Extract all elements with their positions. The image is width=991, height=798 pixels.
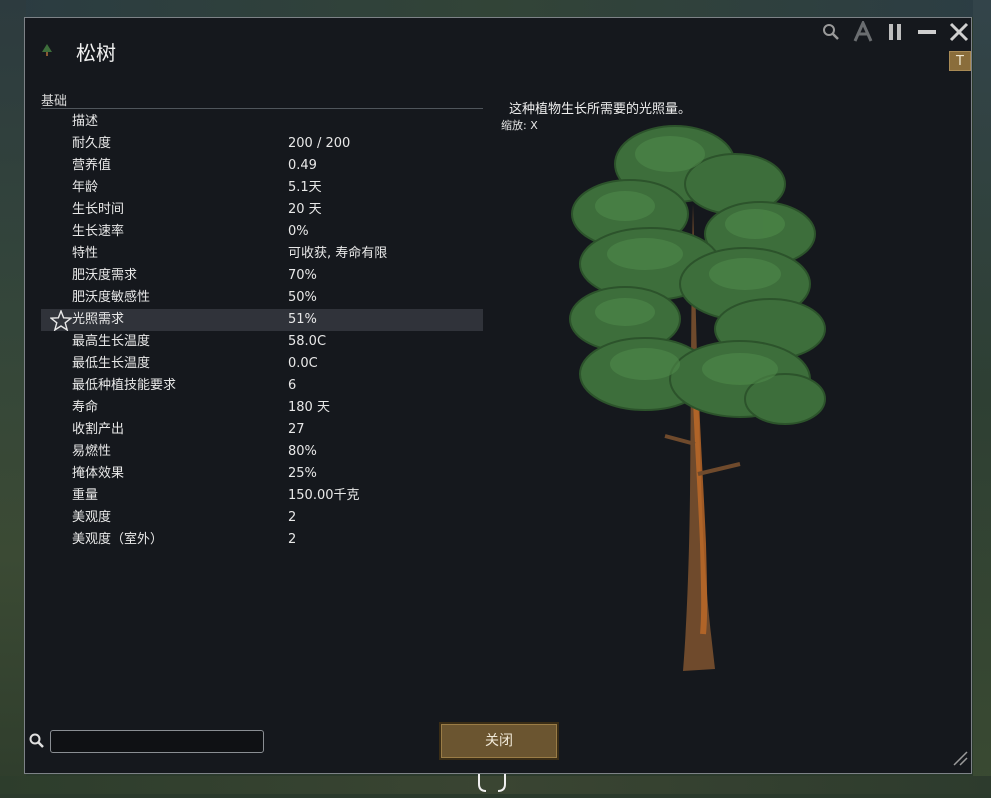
close-icon[interactable] [947, 20, 971, 44]
title-row [39, 38, 55, 62]
search-input[interactable] [50, 730, 264, 753]
search-icon[interactable] [819, 20, 843, 44]
stat-label: 肥沃度敏感性 [72, 290, 151, 305]
info-window: 松树 T 基础 描述 耐久度 200 / 200 营养值 0.49 年龄 5.1… [24, 17, 972, 774]
stat-value: 180 天 [288, 400, 330, 415]
stat-row-traits[interactable]: 特性 可收获, 寿命有限 [41, 243, 483, 265]
stats-list: 描述 耐久度 200 / 200 营养值 0.49 年龄 5.1天 生长时间 2… [41, 111, 483, 551]
stat-label: 年龄 [72, 180, 99, 195]
stat-label: 光照需求 [72, 312, 125, 327]
resize-handle-icon[interactable] [952, 750, 968, 770]
selection-bracket-icon [476, 774, 508, 798]
window-title: 松树 [76, 41, 116, 65]
stat-label: 寿命 [72, 400, 99, 415]
font-icon[interactable] [851, 20, 875, 44]
stat-value: 0.49 [288, 158, 317, 173]
stat-row-max-growing-temperature[interactable]: 最高生长温度 58.0C [41, 331, 483, 353]
pine-tree-thumbnail-icon [39, 42, 55, 58]
stat-row-mass[interactable]: 重量 150.00千克 [41, 485, 483, 507]
stat-row-grow-time[interactable]: 生长时间 20 天 [41, 199, 483, 221]
stat-value: 2 [288, 532, 297, 547]
stat-row-cover-effectiveness[interactable]: 掩体效果 25% [41, 463, 483, 485]
close-button[interactable]: 关闭 [439, 722, 559, 760]
section-header: 基础 [41, 90, 483, 109]
stat-row-hit-points[interactable]: 耐久度 200 / 200 [41, 133, 483, 155]
stat-label: 耐久度 [72, 136, 112, 151]
stat-row-age[interactable]: 年龄 5.1天 [41, 177, 483, 199]
stat-label: 最低种植技能要求 [72, 378, 177, 393]
stat-value: 6 [288, 378, 297, 393]
stat-value: 27 [288, 422, 305, 437]
stat-value: 50% [288, 290, 317, 305]
window-controls [819, 20, 971, 44]
stat-label: 描述 [72, 114, 99, 129]
stat-label: 营养值 [72, 158, 112, 173]
stat-value: 可收获, 寿命有限 [288, 246, 388, 261]
stat-value: 25% [288, 466, 317, 481]
stat-value: 80% [288, 444, 317, 459]
stat-row-light-requirement[interactable]: 光照需求 51% [41, 309, 483, 332]
stat-label: 肥沃度需求 [72, 268, 138, 283]
stat-row-growth-rate[interactable]: 生长速率 0% [41, 221, 483, 243]
stat-label: 最低生长温度 [72, 356, 151, 371]
zoom-label: 缩放: X [501, 119, 538, 132]
stat-label: 生长时间 [72, 202, 125, 217]
map-background-left [0, 0, 26, 794]
stat-label: 美观度 [72, 510, 112, 525]
stat-row-min-growing-temperature[interactable]: 最低生长温度 0.0C [41, 353, 483, 375]
stat-value: 2 [288, 510, 297, 525]
minimize-icon[interactable] [915, 20, 939, 44]
search-icon [29, 733, 45, 753]
stat-label: 重量 [72, 488, 99, 503]
stat-label: 掩体效果 [72, 466, 125, 481]
stat-label: 生长速率 [72, 224, 125, 239]
stat-row-beauty-outdoors[interactable]: 美观度（室外） 2 [41, 529, 483, 551]
stat-value: 58.0C [288, 334, 327, 349]
stat-row-harvest-yield[interactable]: 收割产出 27 [41, 419, 483, 441]
stat-value: 51% [288, 312, 317, 327]
stat-row-fertility-requirement[interactable]: 肥沃度需求 70% [41, 265, 483, 287]
stat-value: 0% [288, 224, 309, 239]
stat-value: 70% [288, 268, 317, 283]
map-background-right [973, 0, 991, 794]
stat-value: 150.00千克 [288, 488, 360, 503]
stat-value: 5.1天 [288, 180, 322, 195]
stat-row-min-sow-skill[interactable]: 最低种植技能要求 6 [41, 375, 483, 397]
stat-value: 0.0C [288, 356, 318, 371]
stat-row-lifespan[interactable]: 寿命 180 天 [41, 397, 483, 419]
stat-label: 最高生长温度 [72, 334, 151, 349]
stat-row-nutrition[interactable]: 营养值 0.49 [41, 155, 483, 177]
pause-icon[interactable] [883, 20, 907, 44]
stat-label: 易燃性 [72, 444, 112, 459]
stat-value: 20 天 [288, 202, 322, 217]
stat-value: 200 / 200 [288, 136, 351, 151]
stat-row-flammability[interactable]: 易燃性 80% [41, 441, 483, 463]
stat-row-beauty[interactable]: 美观度 2 [41, 507, 483, 529]
stat-label: 特性 [72, 246, 99, 261]
stat-row-description[interactable]: 描述 [41, 111, 483, 133]
pine-tree-image [569, 125, 826, 671]
map-background-top [0, 0, 991, 17]
stat-label: 美观度（室外） [72, 532, 164, 547]
stat-label: 收割产出 [72, 422, 125, 437]
stat-row-fertility-sensitivity[interactable]: 肥沃度敏感性 50% [41, 287, 483, 309]
tab-t-button[interactable]: T [949, 51, 971, 71]
